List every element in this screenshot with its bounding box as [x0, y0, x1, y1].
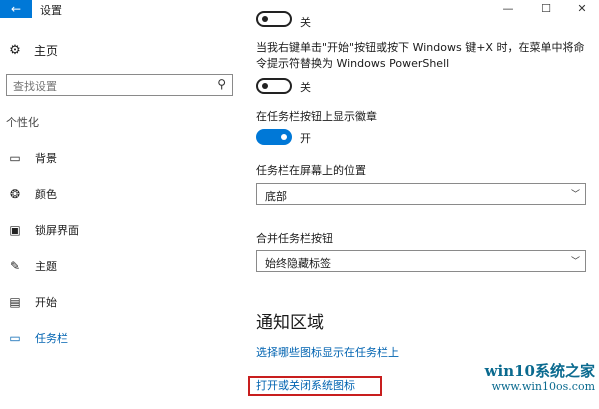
- sidebar-item-lock-screen[interactable]: ▣ 锁屏界面: [0, 220, 240, 240]
- chevron-down-icon: ﹀: [570, 257, 580, 267]
- taskbar-position-value: 底部: [265, 190, 287, 203]
- sidebar-item-label: 锁屏界面: [35, 224, 79, 237]
- minimize-icon: —: [502, 2, 514, 15]
- combine-buttons-value: 始终隐藏标签: [265, 257, 331, 270]
- sidebar-item-background[interactable]: ▭ 背景: [0, 148, 240, 168]
- window-title: 设置: [40, 4, 62, 17]
- sidebar-item-themes[interactable]: ✎ 主题: [0, 256, 240, 276]
- taskbar-position-dropdown[interactable]: 底部 ﹀: [256, 183, 586, 205]
- powershell-description: 当我右键单击"开始"按钮或按下 Windows 键+X 时，在菜单中将命令提示符…: [256, 41, 585, 70]
- sidebar-item-label: 开始: [35, 296, 57, 309]
- watermark: win10系统之家 www.win10os.com: [445, 362, 595, 394]
- combine-buttons-dropdown[interactable]: 始终隐藏标签 ﹀: [256, 250, 586, 272]
- search-box: ⚲: [6, 74, 233, 97]
- sidebar-item-label: 背景: [35, 152, 57, 165]
- top-toggle-label: 关: [300, 16, 311, 29]
- sidebar-item-home[interactable]: ⚙ 主页: [8, 40, 58, 60]
- search-input[interactable]: [7, 76, 197, 97]
- badges-label: 在任务栏按钮上显示徽章: [256, 110, 377, 123]
- sidebar: ⚙ 主页 ⚲ 个性化 ▭ 背景 ❂ 颜色 ▣ 锁屏界面 ✎ 主题 ▤ 开始 ▭ …: [0, 18, 240, 409]
- sidebar-item-colors[interactable]: ❂ 颜色: [0, 184, 240, 204]
- notification-area-heading: 通知区域: [256, 313, 324, 333]
- close-icon: ✕: [577, 2, 587, 15]
- maximize-button[interactable]: ☐: [528, 0, 564, 18]
- watermark-title: win10系统之家: [484, 362, 595, 380]
- close-button[interactable]: ✕: [564, 0, 599, 18]
- picture-icon: ▭: [9, 151, 21, 165]
- taskbar-position-label: 任务栏在屏幕上的位置: [256, 164, 366, 177]
- powershell-toggle[interactable]: [256, 78, 292, 94]
- sidebar-item-taskbar[interactable]: ▭ 任务栏: [0, 328, 240, 348]
- main-content: 关 当我右键单击"开始"按钮或按下 Windows 键+X 时，在菜单中将命令提…: [240, 11, 599, 409]
- highlight-box: [248, 376, 382, 396]
- combine-buttons-label: 合并任务栏按钮: [256, 232, 333, 245]
- maximize-icon: ☐: [541, 2, 551, 15]
- sidebar-item-label: 主页: [34, 43, 59, 58]
- search-icon[interactable]: ⚲: [217, 77, 226, 91]
- select-taskbar-icons-link[interactable]: 选择哪些图标显示在任务栏上: [256, 344, 399, 360]
- gear-icon: ⚙: [9, 42, 21, 58]
- watermark-url: www.win10os.com: [491, 380, 595, 393]
- section-title: 个性化: [6, 116, 39, 129]
- top-toggle[interactable]: [256, 11, 292, 27]
- lock-screen-icon: ▣: [9, 223, 21, 237]
- badges-toggle-label: 开: [300, 132, 311, 145]
- sidebar-item-label: 主题: [35, 260, 57, 273]
- sidebar-item-start[interactable]: ▤ 开始: [0, 292, 240, 312]
- chevron-down-icon: ﹀: [570, 190, 580, 200]
- palette-icon: ❂: [9, 187, 21, 201]
- sidebar-item-label: 颜色: [35, 188, 57, 201]
- badges-toggle[interactable]: [256, 129, 292, 145]
- start-icon: ▤: [9, 295, 21, 309]
- minimize-button[interactable]: —: [490, 0, 526, 18]
- theme-icon: ✎: [9, 259, 21, 273]
- taskbar-icon: ▭: [9, 331, 21, 345]
- back-button[interactable]: ←: [0, 0, 32, 18]
- sidebar-item-label: 任务栏: [35, 332, 68, 345]
- back-arrow-icon: ←: [10, 2, 22, 16]
- powershell-toggle-label: 关: [300, 81, 311, 94]
